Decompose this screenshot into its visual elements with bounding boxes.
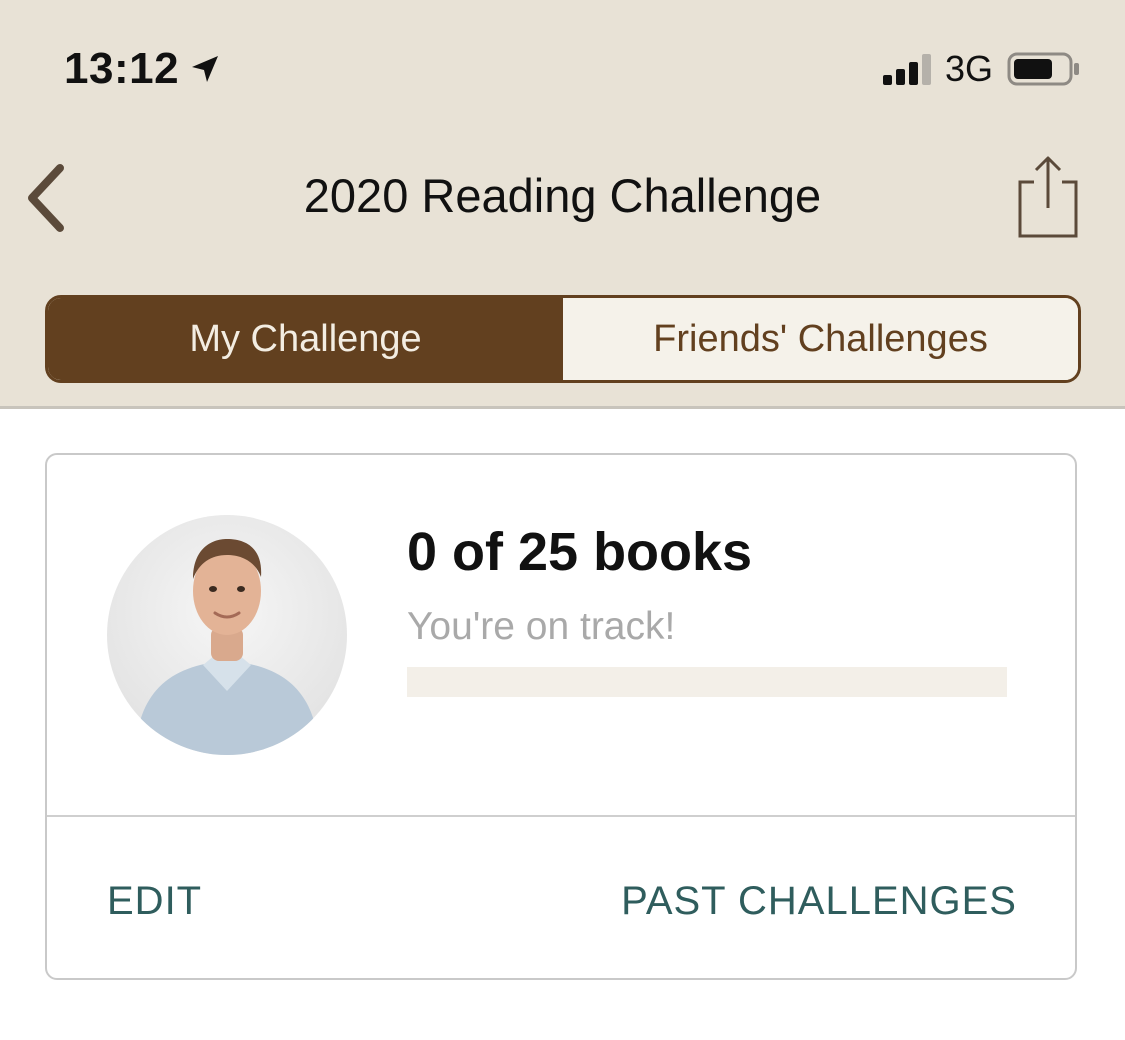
location-arrow-icon — [189, 53, 221, 85]
challenge-card: 0 of 25 books You're on track! EDIT PAST… — [45, 453, 1077, 980]
status-time: 13:12 — [64, 44, 180, 93]
progress-bar — [407, 667, 1007, 697]
nav-bar: 2020 Reading Challenge — [0, 130, 1125, 263]
status-bar: 13:12 3G — [0, 0, 1125, 130]
tab-my-challenge[interactable]: My Challenge — [48, 298, 563, 380]
status-indicators: 3G — [881, 48, 1081, 90]
tab-friends-challenges[interactable]: Friends' Challenges — [563, 298, 1078, 380]
share-button[interactable] — [1012, 152, 1084, 244]
battery-icon — [1007, 51, 1081, 87]
segment-area: My Challenge Friends' Challenges — [0, 263, 1125, 409]
card-divider — [47, 815, 1075, 817]
avatar[interactable] — [107, 515, 347, 755]
past-challenges-button[interactable]: PAST CHALLENGES — [621, 879, 1017, 924]
books-count: 0 of 25 books — [407, 522, 753, 582]
network-type: 3G — [944, 48, 993, 89]
track-status: You're on track! — [407, 605, 676, 648]
challenge-tabs: My Challenge Friends' Challenges — [45, 295, 1081, 383]
status-time-group: 13:12 — [64, 44, 221, 94]
signal-bars-icon — [881, 51, 933, 87]
share-icon — [1018, 156, 1078, 238]
screen: 13:12 3G 2020 Reading Challenge My Chall… — [0, 0, 1125, 1040]
page-title: 2020 Reading Challenge — [303, 169, 822, 222]
user-photo — [107, 515, 347, 755]
edit-button[interactable]: EDIT — [107, 879, 202, 924]
